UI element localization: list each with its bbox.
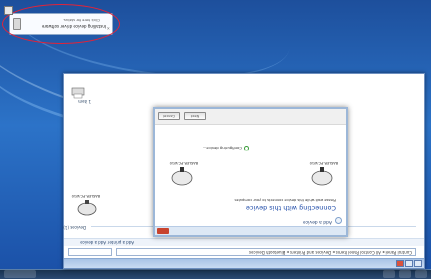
dialog-status: Configuring device...: [202, 146, 242, 151]
window-titlebar[interactable]: [64, 258, 424, 268]
dialog-titlebar[interactable]: [155, 226, 346, 235]
system-tray[interactable]: [4, 270, 36, 278]
add-device-dialog: Add a device Connecting with this device…: [153, 107, 348, 237]
command-bar: Add a device Add a printer: [64, 238, 424, 246]
devices-group-header[interactable]: Devices (1): [63, 225, 86, 230]
printers-group-header[interactable]: 1 item: [78, 99, 91, 104]
start-button[interactable]: [415, 270, 427, 278]
cancel-button[interactable]: Cancel: [158, 112, 180, 120]
computer-icon: [171, 167, 193, 186]
minimize-button[interactable]: [414, 260, 422, 267]
device-label: BASLER-PC-W10: [169, 161, 198, 165]
desktop: Control Panel ▸ All Control Panel Items …: [0, 0, 431, 279]
device-label: BASLER-PC-W10: [71, 194, 100, 198]
computer-icon[interactable]: [76, 200, 98, 218]
dialog-close-button[interactable]: [157, 228, 169, 234]
usb-device-icon: [311, 167, 333, 186]
rotated-screen: Control Panel ▸ All Control Panel Items …: [0, 0, 431, 279]
taskbar-app-button[interactable]: [399, 270, 411, 278]
maximize-button[interactable]: [405, 260, 413, 267]
address-bar[interactable]: Control Panel ▸ All Control Panel Items …: [116, 248, 416, 256]
taskbar: [0, 269, 431, 279]
printer-icon[interactable]: [70, 85, 86, 99]
add-printer-button[interactable]: Add a printer: [108, 238, 134, 246]
add-device-button[interactable]: Add a device: [80, 238, 106, 246]
device-label: BASLER-PC-W10: [309, 161, 338, 165]
dialog-description: Please wait while this device connects t…: [233, 198, 336, 202]
desktop-shortcut-icon[interactable]: [4, 6, 13, 15]
dialog-footer: Next Cancel: [155, 109, 346, 125]
taskbar-app-button[interactable]: [383, 270, 395, 278]
spinner-icon: [244, 146, 249, 151]
highlight-annotation: [2, 4, 120, 44]
dialog-title: Connecting with this device: [245, 204, 336, 212]
dialog-heading: Add a device: [302, 219, 332, 224]
search-input[interactable]: [68, 248, 112, 256]
back-arrow-icon[interactable]: [335, 217, 342, 224]
next-button[interactable]: Next: [184, 112, 206, 120]
close-button[interactable]: [396, 260, 404, 267]
